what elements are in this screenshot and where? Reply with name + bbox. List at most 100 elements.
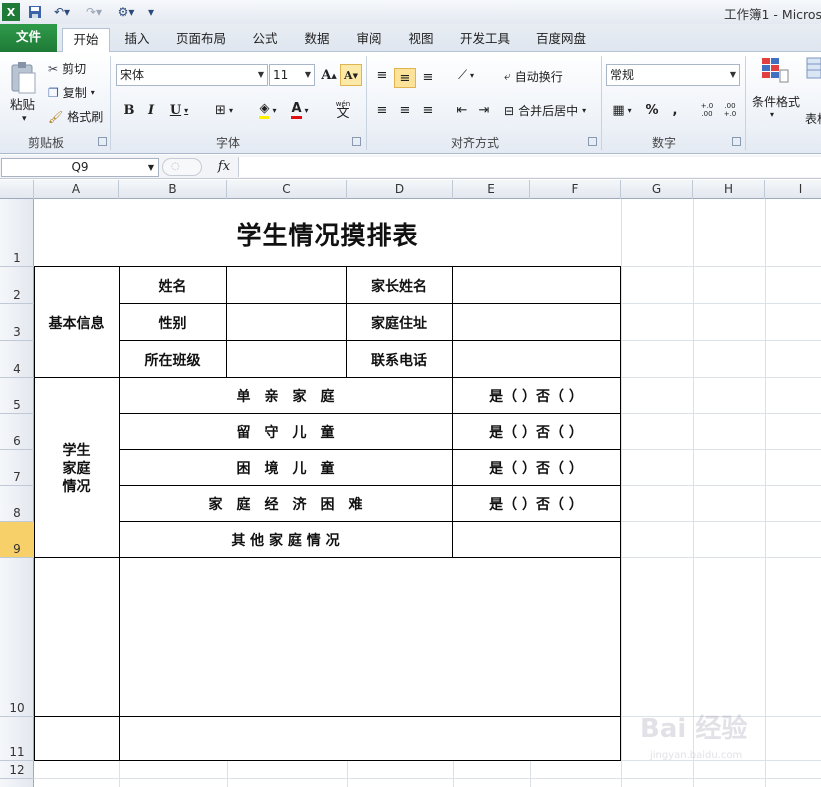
comma-style-button[interactable]: , — [664, 99, 686, 121]
tab-review[interactable]: 审阅 — [350, 28, 388, 52]
chevron-down-icon: ▾ — [304, 105, 309, 115]
insert-function-button[interactable]: fx — [212, 157, 236, 177]
table-format-icon[interactable] — [805, 56, 821, 86]
align-bottom-icon[interactable]: ≡ — [417, 66, 439, 88]
form-tool-icon[interactable]: ⚙▾ — [112, 3, 140, 21]
row-header-11[interactable]: 11 — [0, 717, 34, 761]
column-header-f[interactable]: F — [530, 180, 621, 199]
select-all-corner[interactable] — [0, 180, 34, 199]
merge-center-button[interactable]: ⊟ 合并后居中 ▾ — [504, 102, 586, 119]
chevron-down-icon[interactable]: ▾ — [770, 110, 774, 119]
group-divider — [110, 56, 111, 150]
decrease-decimal-button[interactable]: .00 +.0 — [719, 99, 741, 121]
difficult-child-label: 困 境 儿 童 — [236, 461, 335, 477]
row-header-1[interactable]: 1 — [0, 199, 34, 267]
number-launcher-icon[interactable] — [732, 137, 741, 146]
paste-dropdown-icon[interactable]: ▾ — [22, 114, 27, 124]
chevron-down-icon: ▼ — [304, 70, 311, 79]
ribbon: 粘贴 ▾ ✂ 剪切 ❐ 复制 ▾ 🖌 格式刷 剪贴板 宋体 ▼ 11 ▼ A ▲ A ▼ B I… — [0, 52, 821, 154]
font-color-icon: A — [291, 101, 302, 119]
fill-color-button[interactable]: ◈ ▾ — [252, 99, 284, 121]
row-header-10[interactable]: 10 — [0, 558, 34, 717]
tab-view[interactable]: 视图 — [402, 28, 440, 52]
shrink-font-button[interactable]: A ▼ — [340, 64, 362, 86]
number-format-combo[interactable]: 常规 ▼ — [606, 64, 740, 86]
orientation-button[interactable]: ⟋ ▾ — [451, 64, 481, 86]
increase-decimal-button[interactable]: +.0 .00 — [696, 99, 718, 121]
tab-insert[interactable]: 插入 — [118, 28, 156, 52]
phonetic-button[interactable]: wén 文 — [326, 98, 360, 120]
column-header-b[interactable]: B — [119, 180, 227, 199]
underline-button[interactable]: U ▾ — [164, 99, 194, 121]
undo-icon[interactable]: ↶▾ — [50, 3, 74, 21]
grow-font-button[interactable]: A ▲ — [318, 64, 340, 86]
save-icon[interactable] — [27, 3, 43, 21]
row-header-4[interactable]: 4 — [0, 341, 34, 378]
group-divider — [366, 56, 367, 150]
row-header-5[interactable]: 5 — [0, 378, 34, 414]
align-middle-icon[interactable]: ≡ — [394, 68, 416, 88]
excel-logo-icon: X — [2, 3, 20, 21]
font-launcher-icon[interactable] — [352, 137, 361, 146]
decrease-indent-icon[interactable]: ⇤ — [451, 99, 473, 121]
watermark-logo-text: Bai 经验 — [640, 714, 748, 744]
column-header-d[interactable]: D — [347, 180, 453, 199]
tab-developer[interactable]: 开发工具 — [454, 28, 516, 52]
column-header-e[interactable]: E — [453, 180, 530, 199]
font-size-combo[interactable]: 11 ▼ — [269, 64, 315, 86]
merge-center-label: 合并后居中 — [518, 104, 579, 118]
italic-button[interactable]: I — [140, 99, 162, 121]
align-left-icon[interactable]: ≡ — [371, 99, 393, 121]
row-header-2[interactable]: 2 — [0, 267, 34, 304]
redo-icon[interactable]: ↷▾ — [82, 3, 106, 21]
conditional-format-icon[interactable] — [760, 56, 790, 86]
column-header-i[interactable]: I — [765, 180, 821, 199]
row-header-7[interactable]: 7 — [0, 450, 34, 486]
gender-label: 性别 — [158, 316, 187, 332]
align-top-icon[interactable]: ≡ — [371, 64, 393, 86]
column-header-a[interactable]: A — [34, 180, 119, 199]
left-behind-label: 留 守 儿 童 — [236, 425, 335, 441]
name-box[interactable]: Q9 ▼ — [1, 158, 159, 177]
font-color-button[interactable]: A ▾ — [284, 99, 316, 121]
format-painter-button[interactable]: 🖌 格式刷 — [48, 108, 103, 125]
tab-file[interactable]: 文件 — [0, 24, 57, 52]
row-header-3[interactable]: 3 — [0, 304, 34, 341]
borders-button[interactable]: ⊞ ▾ — [208, 99, 240, 121]
row-header-9[interactable]: 9 — [0, 522, 34, 558]
wrap-text-icon: ⤶ — [504, 69, 511, 83]
basic-info-label: 基本信息 — [48, 316, 105, 332]
column-header-h[interactable]: H — [693, 180, 765, 199]
row-header-6[interactable]: 6 — [0, 414, 34, 450]
format-as-table-button[interactable]: 表格 — [805, 110, 821, 127]
column-header-c[interactable]: C — [227, 180, 347, 199]
row-header-8[interactable]: 8 — [0, 486, 34, 522]
tab-page-layout[interactable]: 页面布局 — [171, 28, 231, 52]
clipboard-launcher-icon[interactable] — [98, 137, 107, 146]
font-name-combo[interactable]: 宋体 ▼ — [116, 64, 268, 86]
conditional-format-button[interactable]: 条件格式 — [752, 93, 800, 110]
title-bar: X ↶▾ ↷▾ ⚙▾ ▾ 工作簿1 - Micros — [0, 0, 821, 24]
tab-baidu-netdisk[interactable]: 百度网盘 — [530, 28, 592, 52]
bold-button[interactable]: B — [118, 99, 140, 121]
copy-button[interactable]: ❐ 复制 ▾ — [48, 84, 95, 101]
column-header-g[interactable]: G — [621, 180, 693, 199]
formula-input[interactable] — [238, 157, 821, 177]
table-border — [34, 760, 621, 761]
cut-button[interactable]: ✂ 剪切 — [48, 60, 86, 77]
align-right-icon[interactable]: ≡ — [417, 99, 439, 121]
customize-qat-icon[interactable]: ▾ — [145, 3, 157, 21]
formula-expand-icon[interactable]: ◌ — [162, 158, 202, 176]
percent-button[interactable]: % — [641, 99, 663, 121]
tab-data[interactable]: 数据 — [298, 28, 336, 52]
table-border — [34, 266, 621, 267]
tab-home[interactable]: 开始 — [62, 28, 110, 53]
increase-indent-icon[interactable]: ⇥ — [473, 99, 495, 121]
row-header-12[interactable]: 12 — [0, 761, 34, 779]
align-center-icon[interactable]: ≡ — [394, 99, 416, 121]
wrap-text-button[interactable]: ⤶ 自动换行 — [504, 68, 563, 85]
tab-formulas[interactable]: 公式 — [246, 28, 284, 52]
paste-button[interactable]: 粘贴 — [10, 94, 35, 113]
alignment-launcher-icon[interactable] — [588, 137, 597, 146]
accounting-format-button[interactable]: ▦ ▾ — [606, 99, 638, 121]
